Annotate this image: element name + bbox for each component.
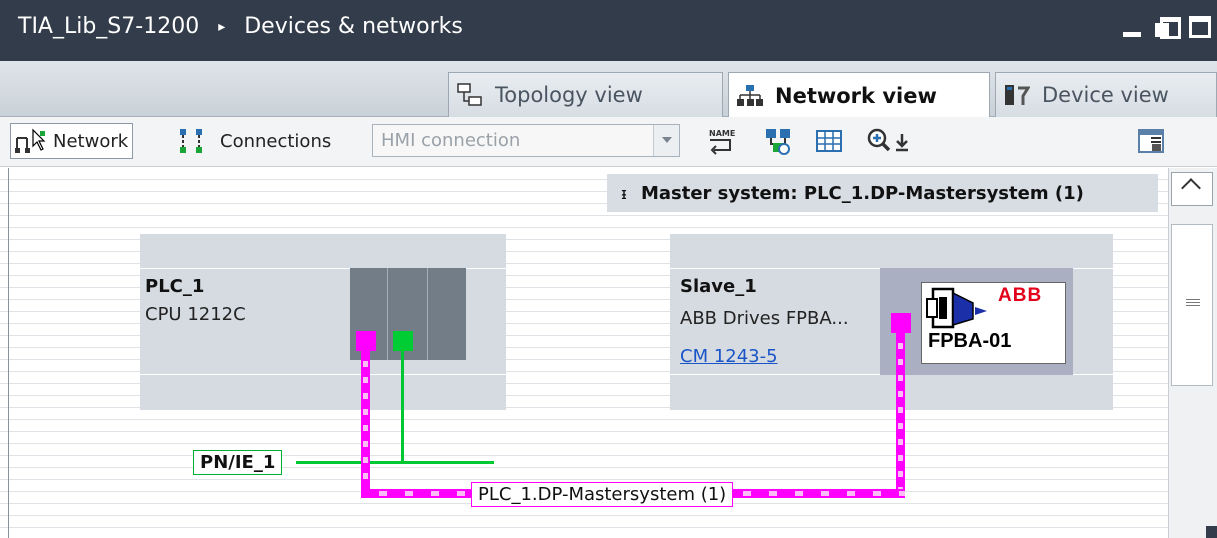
topology-icon	[457, 83, 483, 107]
fpba-module-label: FPBA-01	[928, 330, 1012, 352]
breadcrumb-separator-icon: ▸	[218, 19, 226, 35]
fpba-adapter-icon	[926, 287, 987, 329]
name-assign-icon[interactable]: NAME	[706, 126, 736, 156]
profibus-drop-line-slave	[896, 333, 905, 495]
show-addresses-icon[interactable]	[764, 126, 794, 156]
tab-label: Network view	[775, 83, 937, 108]
title-bar: TIA_Lib_S7-1200 ▸ Devices & networks	[0, 0, 1217, 61]
window-controls	[1123, 16, 1211, 39]
profinet-drop-line	[401, 351, 404, 463]
slave-name[interactable]: Slave_1	[680, 276, 757, 297]
connections-label: Connections	[220, 130, 332, 152]
minimize-icon[interactable]	[1123, 31, 1141, 37]
network-mode-button[interactable]: Network	[10, 123, 134, 159]
tab-label: Device view	[1042, 83, 1169, 107]
network-view-icon	[737, 84, 763, 108]
slave-profibus-port[interactable]	[891, 313, 911, 333]
connection-type-value: HMI connection	[381, 130, 521, 151]
connections-mode-button[interactable]: Connections	[178, 123, 331, 159]
float-window-icon[interactable]	[1155, 17, 1181, 39]
window-corner	[1206, 526, 1217, 538]
master-system-bar[interactable]: ᵻ Master system: PLC_1.DP-Mastersystem (…	[607, 174, 1158, 212]
view-tab-bar: Topology view Network view Device view	[0, 61, 1217, 118]
network-toolbar: Network Connections HMI connection NAME	[0, 117, 1217, 167]
master-link[interactable]: CM 1243-5	[680, 346, 778, 367]
canvas-border	[8, 168, 9, 538]
tab-topology-view[interactable]: Topology view	[448, 72, 723, 117]
cpu-slice	[428, 268, 466, 360]
connections-icon	[180, 129, 202, 153]
tab-network-view[interactable]: Network view	[728, 72, 990, 118]
vertical-scrollbar[interactable]	[1168, 168, 1217, 538]
project-name: TIA_Lib_S7-1200	[18, 14, 200, 39]
pin-icon[interactable]: ᵻ	[621, 184, 627, 203]
chevron-down-icon[interactable]	[653, 125, 679, 156]
profibus-drop-line-plc	[361, 351, 370, 495]
tab-label: Topology view	[495, 83, 643, 107]
plc-type: CPU 1212C	[145, 304, 246, 325]
maximize-icon[interactable]	[1189, 16, 1211, 38]
profinet-subnet-line[interactable]	[296, 461, 494, 464]
zoom-icon[interactable]	[866, 126, 922, 156]
connection-type-select[interactable]: HMI connection	[372, 124, 680, 157]
split-view-icon[interactable]	[1136, 126, 1166, 156]
tab-device-view[interactable]: Device view	[995, 72, 1217, 117]
editor-name: Devices & networks	[244, 14, 463, 39]
profibus-subnet-label[interactable]: PLC_1.DP-Mastersystem (1)	[471, 482, 734, 507]
plc-name[interactable]: PLC_1	[145, 276, 204, 297]
window-title: TIA_Lib_S7-1200 ▸ Devices & networks	[18, 14, 463, 39]
device-divider	[140, 374, 506, 375]
scroll-thumb[interactable]	[1171, 224, 1213, 386]
plc-profibus-port[interactable]	[356, 331, 376, 351]
profinet-subnet-label[interactable]: PN/IE_1	[193, 450, 283, 475]
network-mode-label: Network	[53, 130, 129, 152]
master-system-label: Master system: PLC_1.DP-Mastersystem (1)	[640, 182, 1084, 204]
device-view-icon	[1004, 83, 1031, 107]
plc-profinet-port[interactable]	[393, 331, 413, 351]
table-view-icon[interactable]	[814, 126, 844, 156]
abb-logo: ABB	[998, 285, 1043, 306]
svg-text:NAME: NAME	[709, 129, 735, 138]
network-mode-icon	[15, 128, 46, 153]
slave-type: ABB Drives FPBA...	[680, 308, 849, 329]
scroll-up-icon[interactable]	[1171, 172, 1213, 206]
